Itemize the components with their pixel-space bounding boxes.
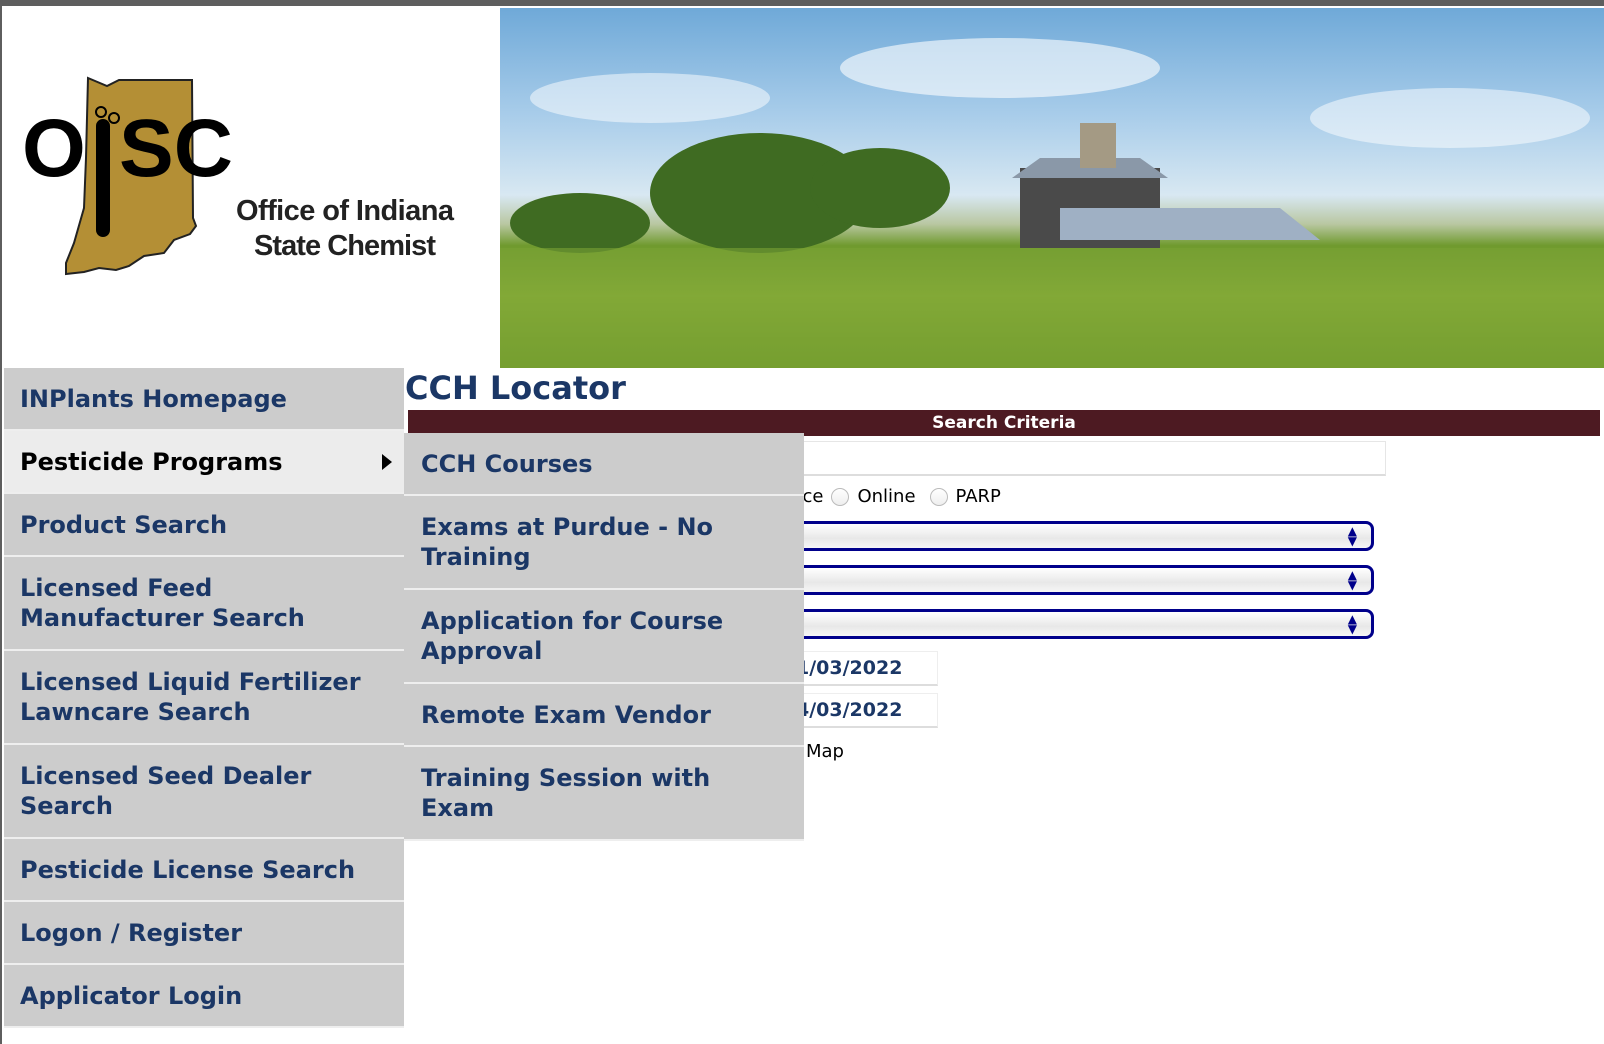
sidebar-item-applicator-login[interactable]: Applicator Login — [4, 965, 404, 1028]
sidebar-nav: INPlants Homepage Pesticide Programs Pro… — [4, 368, 404, 1028]
course-type-radio-group: ence Online PARP — [780, 486, 1001, 507]
top-border — [0, 0, 1604, 6]
sidebar-item-label: Logon / Register — [20, 918, 243, 947]
map-label: Map — [806, 741, 844, 762]
sidebar-item-licensed-fertilizer[interactable]: Licensed Liquid Fertilizer Lawncare Sear… — [4, 651, 404, 745]
sidebar-item-label: Pesticide License Search — [20, 855, 356, 884]
search-text-input[interactable] — [790, 441, 1386, 476]
submenu-item-cch-courses[interactable]: CCH Courses — [404, 433, 804, 496]
sidebar-item-label: Applicator Login — [20, 981, 243, 1010]
sidebar-item-licensed-seed[interactable]: Licensed Seed Dealer Search — [4, 745, 404, 839]
submenu-item-label: CCH Courses — [421, 449, 593, 478]
select-dropdown-2[interactable]: ▲ ▼ — [760, 565, 1374, 595]
page-title: CCH Locator — [405, 369, 626, 407]
svg-text:Office of Indiana: Office of Indiana — [236, 195, 455, 227]
select-arrows-icon: ▲ ▼ — [1347, 568, 1357, 592]
sidebar-item-label: Licensed Feed Manufacturer Search — [20, 574, 305, 632]
submenu-item-label: Remote Exam Vendor — [421, 700, 711, 729]
submenu-item-label: Application for Course Approval — [421, 607, 724, 665]
sidebar-item-label: Pesticide Programs — [20, 447, 283, 476]
sidebar-item-product-search[interactable]: Product Search — [4, 494, 404, 557]
left-border — [0, 0, 2, 1044]
online-radio[interactable] — [831, 487, 850, 506]
sidebar-item-licensed-feed[interactable]: Licensed Feed Manufacturer Search — [4, 557, 404, 651]
submenu-item-label: Exams at Purdue - No Training — [421, 513, 714, 571]
farm-banner-image — [500, 8, 1604, 368]
sidebar-item-label: Licensed Seed Dealer Search — [20, 762, 312, 820]
svg-text:State Chemist: State Chemist — [254, 230, 436, 262]
chevron-right-icon — [382, 454, 392, 470]
select-dropdown-3[interactable]: ▲ ▼ — [760, 609, 1374, 639]
sidebar-item-label: Licensed Liquid Fertilizer Lawncare Sear… — [20, 668, 361, 726]
select-arrows-icon: ▲ ▼ — [1347, 524, 1357, 548]
svg-text:SC: SC — [119, 103, 233, 194]
sidebar-item-logon-register[interactable]: Logon / Register — [4, 902, 404, 965]
sidebar-item-label: INPlants Homepage — [20, 384, 287, 413]
parp-radio[interactable] — [929, 487, 948, 506]
parp-label: PARP — [955, 486, 1001, 507]
submenu-item-label: Training Session with Exam — [421, 764, 711, 822]
select-dropdown-1[interactable]: ▲ ▼ — [760, 521, 1374, 551]
svg-text:O: O — [22, 103, 86, 194]
online-label: Online — [857, 486, 916, 507]
pesticide-programs-submenu: CCH Courses Exams at Purdue - No Trainin… — [404, 433, 804, 841]
submenu-item-training-session[interactable]: Training Session with Exam — [404, 747, 804, 841]
sidebar-item-label: Product Search — [20, 510, 228, 539]
sidebar-item-pesticide-programs[interactable]: Pesticide Programs — [4, 431, 404, 494]
select-arrows-icon: ▲ ▼ — [1347, 612, 1357, 636]
oisc-logo[interactable]: O SC Office of Indiana State Chemist — [4, 8, 500, 368]
sidebar-item-pesticide-license-search[interactable]: Pesticide License Search — [4, 839, 404, 902]
submenu-item-remote-exam-vendor[interactable]: Remote Exam Vendor — [404, 684, 804, 747]
submenu-item-course-approval[interactable]: Application for Course Approval — [404, 590, 804, 684]
sidebar-item-inplants-homepage[interactable]: INPlants Homepage — [4, 368, 404, 431]
end-date-input[interactable]: 4/03/2022 — [790, 693, 938, 728]
start-date-input[interactable]: 1/03/2022 — [790, 651, 938, 686]
submenu-item-exams-purdue[interactable]: Exams at Purdue - No Training — [404, 496, 804, 590]
